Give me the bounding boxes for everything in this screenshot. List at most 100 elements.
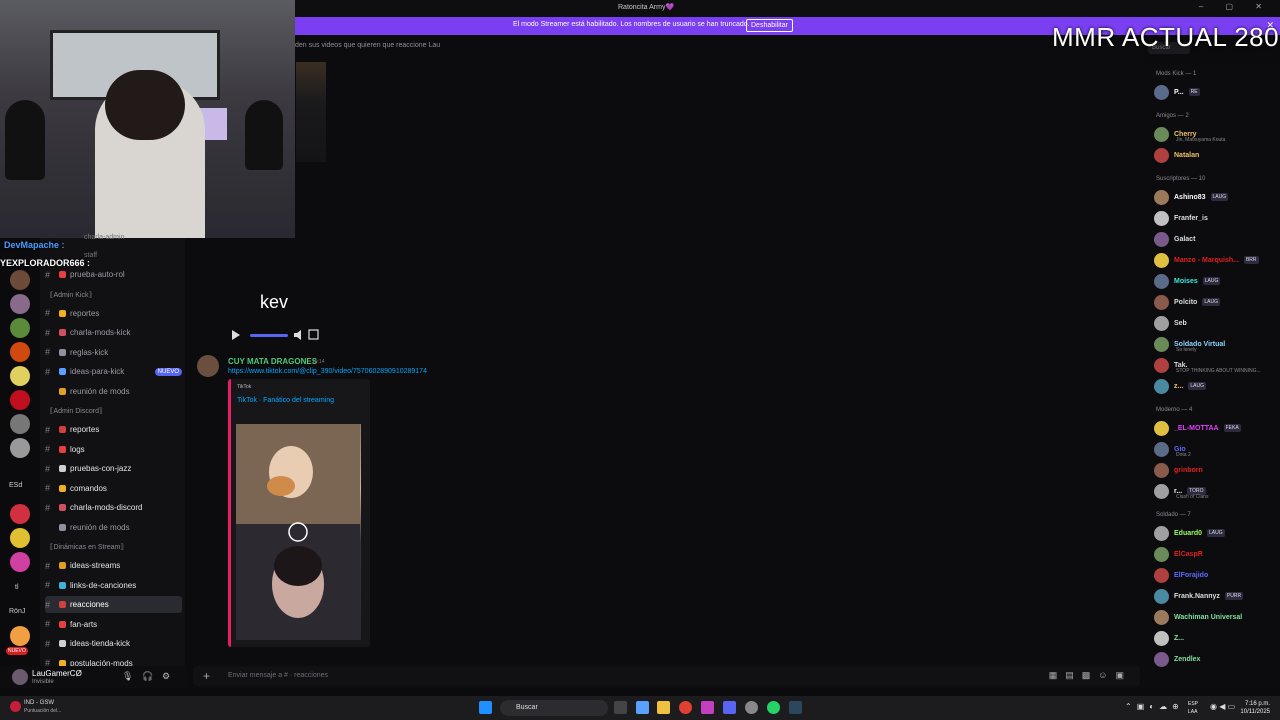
server-folder-label[interactable]: tl	[15, 584, 19, 591]
microphone-icon[interactable]: 🎙	[122, 671, 133, 682]
server-icon[interactable]	[10, 390, 30, 410]
member-item[interactable]: Frank.Nannyz PURR	[1154, 587, 1278, 605]
avatar[interactable]	[12, 669, 28, 685]
member-name: grinborn	[1174, 466, 1203, 474]
widget-title[interactable]: IND - GSW	[24, 700, 54, 706]
widget-sub: Puntuación del...	[24, 708, 62, 714]
member-item[interactable]: Eduard0 LAUG	[1154, 524, 1278, 542]
wifi-volume-icons[interactable]: ◉ ◀ ▭	[1210, 702, 1235, 711]
channel-category[interactable]: ⟦Admin Discord⟧	[50, 407, 102, 415]
server-folder-label[interactable]: RönJ	[9, 608, 25, 615]
member-item[interactable]: z... LAUG	[1154, 377, 1278, 395]
member-item[interactable]: r... TORO Clash of Clans	[1154, 482, 1278, 500]
explorer-icon[interactable]	[657, 701, 670, 714]
member-item[interactable]: Z...	[1154, 629, 1278, 647]
discord-icon[interactable]	[723, 701, 736, 714]
taskview-icon[interactable]	[614, 701, 627, 714]
channel-item[interactable]: # charla-mods-kick	[45, 324, 182, 341]
member-item[interactable]: Ashino83 LAUG	[1154, 188, 1278, 206]
member-item[interactable]: P... RE	[1154, 83, 1278, 101]
server-icon[interactable]	[10, 294, 30, 314]
channel-item[interactable]: # fan-arts	[45, 616, 182, 633]
channel-item[interactable]: reunión de mods	[45, 519, 182, 536]
headphones-icon[interactable]: 🎧	[142, 671, 153, 682]
obs-icon[interactable]	[745, 701, 758, 714]
add-attachment-icon[interactable]: +	[203, 669, 210, 683]
channel-item[interactable]: # reportes	[45, 421, 182, 438]
member-item[interactable]: Moises LAUG	[1154, 272, 1278, 290]
channel-item[interactable]: # ideas-para-kick NUEVO	[45, 363, 182, 380]
window-controls[interactable]: ‒ ▢ ✕	[1199, 2, 1272, 11]
channel-item[interactable]: # pruebas-con-jazz	[45, 460, 182, 477]
composer-tools[interactable]: ▦▤▩☺▣	[1049, 670, 1132, 681]
steam-icon[interactable]	[789, 701, 802, 714]
server-folder-label[interactable]: ESd	[9, 482, 22, 489]
taskbar-search[interactable]: Buscar	[500, 700, 608, 716]
member-item[interactable]: Zendlex	[1154, 650, 1278, 668]
channel-item[interactable]: # ideas-tienda-kick	[45, 635, 182, 652]
member-name: Ashino83	[1174, 193, 1206, 201]
channel-item[interactable]: # reglas-kick	[45, 344, 182, 361]
channel-item[interactable]: # links-de-canciones	[45, 577, 182, 594]
whatsapp-icon[interactable]	[767, 701, 780, 714]
disable-streamer-button[interactable]: Deshabilitar	[746, 19, 793, 32]
member-group-header: Moderno — 4	[1156, 407, 1193, 413]
server-icon[interactable]	[10, 552, 30, 572]
member-item[interactable]: _EL-MOTTAA FEKA	[1154, 419, 1278, 437]
member-item[interactable]: ElForajido	[1154, 566, 1278, 584]
channel-item[interactable]: # logs	[45, 441, 182, 458]
server-icon[interactable]	[10, 270, 30, 290]
server-icon[interactable]	[10, 438, 30, 458]
channel-label: ideas-tienda-kick	[70, 639, 131, 648]
member-item[interactable]: Gio Dota 2	[1154, 440, 1278, 458]
server-icon[interactable]	[10, 366, 30, 386]
channel-item[interactable]: # reportes	[45, 305, 182, 322]
system-tray[interactable]: ⌃▣◐☁⊕	[1125, 702, 1184, 711]
channel-emoji-icon	[59, 329, 66, 336]
message-author[interactable]: CUY MATA DRAGONES	[228, 357, 317, 366]
member-item[interactable]: Cherry Jin, Matsuyama Kouta	[1154, 125, 1278, 143]
gear-icon[interactable]: ⚙	[162, 671, 170, 682]
message-composer[interactable]: + Enviar mensaje a # · reacciones ▦▤▩☺▣	[193, 666, 1140, 686]
message-link[interactable]: https://www.tiktok.com/@clip_390/video/7…	[228, 368, 427, 375]
hash-icon: #	[45, 502, 51, 513]
server-icon[interactable]	[10, 626, 30, 646]
member-item[interactable]: Franfer_is	[1154, 209, 1278, 227]
copilot-icon[interactable]	[636, 701, 649, 714]
user-name[interactable]: LauGamerCØ	[32, 669, 82, 678]
member-item[interactable]: Galact	[1154, 230, 1278, 248]
member-item[interactable]: Soldado Virtual So lonely	[1154, 335, 1278, 353]
server-icon[interactable]	[10, 504, 30, 524]
start-icon[interactable]	[479, 701, 492, 714]
channel-item[interactable]: reunión de mods	[45, 383, 182, 400]
member-item[interactable]: grinborn	[1154, 461, 1278, 479]
member-item[interactable]: Seb	[1154, 314, 1278, 332]
member-item[interactable]: Manzo - Marquish... BRR	[1154, 251, 1278, 269]
member-item[interactable]: ElCaspR	[1154, 545, 1278, 563]
channel-category[interactable]: ⟦Admin Kick⟧	[50, 291, 92, 299]
previous-video-thumbnail[interactable]	[296, 62, 326, 162]
weather-icon[interactable]	[10, 701, 21, 712]
server-icon[interactable]	[10, 528, 30, 548]
member-item[interactable]: Wachiman Universal	[1154, 608, 1278, 626]
avatar[interactable]	[197, 355, 219, 377]
app-icon[interactable]	[701, 701, 714, 714]
channel-item[interactable]: # ideas-streams	[45, 557, 182, 574]
member-item[interactable]: Natalan	[1154, 146, 1278, 164]
channel-item[interactable]: # comandos	[45, 480, 182, 497]
video-player-controls[interactable]	[228, 327, 328, 343]
clock[interactable]: 7:16 p.m. 10/11/2025	[1240, 700, 1270, 716]
chrome-icon[interactable]	[679, 701, 692, 714]
channel-item[interactable]: # charla-mods-discord	[45, 499, 182, 516]
member-item[interactable]: Polcito LAUG	[1154, 293, 1278, 311]
server-icon[interactable]	[10, 414, 30, 434]
channel-item[interactable]: # reacciones	[45, 596, 182, 613]
server-icon[interactable]	[10, 318, 30, 338]
member-item[interactable]: Tak. STOP THINKING ABOUT WINNING...	[1154, 356, 1278, 374]
channel-category[interactable]: ⟦Dinámicas en Stream⟧	[50, 543, 124, 551]
embed-title[interactable]: TikTok · Fanático del streaming	[237, 397, 334, 404]
server-icon[interactable]	[10, 342, 30, 362]
channel-item[interactable]: # prueba-auto-rol	[45, 266, 182, 283]
language-indicator[interactable]: ESP LAA	[1188, 700, 1198, 716]
channel-partial[interactable]: charla-admin	[84, 234, 124, 241]
